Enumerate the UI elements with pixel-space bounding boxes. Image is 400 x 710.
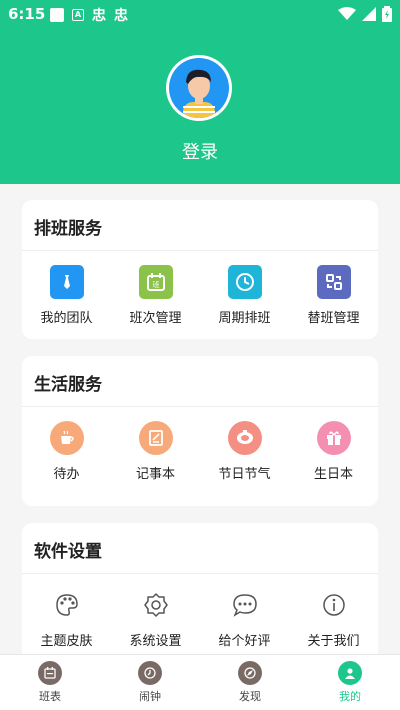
login-button[interactable]: 登录 (0, 138, 400, 164)
substitute-management-item[interactable]: 替班管理 (289, 250, 378, 326)
bottom-nav: 班表 闹钟 发现 我的 (0, 654, 400, 710)
nav-mine[interactable]: 我的 (300, 655, 400, 710)
section-title: 软件设置 (34, 542, 102, 562)
my-team-item[interactable]: 我的团队 (22, 250, 111, 326)
item-label: 记事本 (135, 467, 175, 482)
notification-a-icon: A (72, 9, 84, 21)
avatar-image (169, 58, 229, 118)
item-label: 给个好评 (218, 634, 271, 649)
shift-management-item[interactable]: 班 班次管理 (111, 250, 200, 326)
nav-label: 班表 (39, 690, 61, 703)
item-label: 关于我们 (307, 634, 360, 649)
item-label: 待办 (53, 467, 80, 482)
notebook-item[interactable]: 记事本 (111, 406, 200, 482)
item-label: 周期排班 (218, 311, 271, 326)
item-label: 主题皮肤 (40, 634, 93, 649)
festival-icon (227, 421, 262, 455)
life-services-card: 生活服务 待办 记事本 节日节气 生日本 (22, 356, 378, 506)
status-time: 6:15 (8, 5, 46, 23)
svg-text:班: 班 (152, 280, 159, 289)
item-label: 班次管理 (129, 311, 182, 326)
notification-glyph-1: 忠 (92, 8, 106, 24)
nav-schedule[interactable]: 班表 (0, 655, 100, 710)
nav-discover[interactable]: 发现 (200, 655, 300, 710)
tie-icon (49, 265, 84, 299)
schedule-icon (38, 661, 62, 685)
item-label: 节日节气 (218, 467, 271, 482)
rate-us-item[interactable]: 给个好评 (200, 573, 289, 649)
cup-icon (49, 421, 84, 455)
todo-item[interactable]: 待办 (22, 406, 111, 482)
system-settings-item[interactable]: 系统设置 (111, 573, 200, 649)
nav-label: 闹钟 (139, 690, 161, 703)
settings-icon (139, 588, 173, 622)
section-title: 生活服务 (34, 375, 102, 395)
notification-square-icon (50, 8, 64, 22)
clock-icon (227, 265, 262, 299)
palette-icon (50, 588, 84, 622)
festivals-item[interactable]: 节日节气 (200, 406, 289, 482)
section-title: 排班服务 (34, 219, 102, 239)
cycle-scheduling-item[interactable]: 周期排班 (200, 250, 289, 326)
nav-alarm[interactable]: 闹钟 (100, 655, 200, 710)
discover-icon (238, 661, 262, 685)
about-us-item[interactable]: 关于我们 (289, 573, 378, 649)
notification-glyph-2: 忠 (114, 8, 128, 24)
alarm-icon (138, 661, 162, 685)
info-icon (317, 588, 351, 622)
nav-label: 我的 (339, 690, 361, 703)
swap-icon (316, 265, 351, 299)
comment-icon (228, 588, 262, 622)
scheduling-services-card: 排班服务 我的团队 班 班次管理 周期排班 替班管理 (22, 200, 378, 339)
item-label: 我的团队 (40, 311, 93, 326)
avatar[interactable] (166, 55, 232, 121)
software-settings-card: 软件设置 主题皮肤 系统设置 给个好评 关于我们 (22, 523, 378, 663)
theme-skin-item[interactable]: 主题皮肤 (22, 573, 111, 649)
status-system-icons (338, 6, 392, 22)
item-label: 替班管理 (307, 311, 360, 326)
calendar-icon: 班 (138, 265, 173, 299)
birthday-book-item[interactable]: 生日本 (289, 406, 378, 482)
status-notifications: A 忠 忠 (50, 5, 128, 25)
item-label: 系统设置 (129, 634, 182, 649)
nav-label: 发现 (239, 690, 261, 703)
battery-icon (382, 6, 392, 22)
item-label: 生日本 (313, 467, 353, 482)
status-bar: 6:15 A 忠 忠 (0, 0, 400, 28)
notebook-icon (138, 421, 173, 455)
gift-icon (316, 421, 351, 455)
signal-icon (362, 7, 376, 21)
profile-icon (338, 661, 362, 685)
wifi-icon (338, 7, 356, 20)
